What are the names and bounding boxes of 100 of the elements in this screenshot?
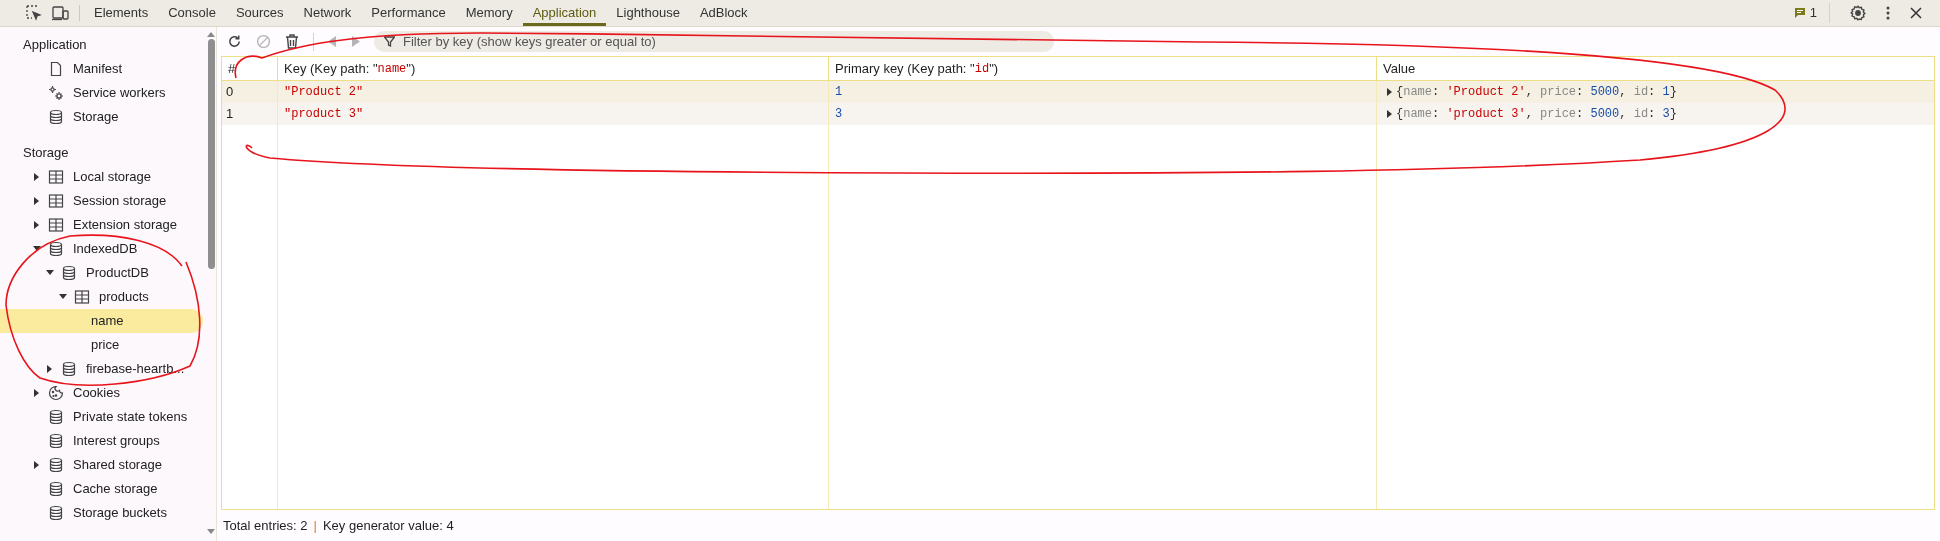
- scroll-down-icon[interactable]: [207, 529, 215, 535]
- table-cell-text: "product 3": [284, 106, 364, 123]
- sidebar-item[interactable]: products: [0, 285, 203, 309]
- close-icon[interactable]: [1910, 7, 1922, 19]
- sidebar-item[interactable]: Storage: [0, 105, 203, 129]
- disclosure-triangle-icon[interactable]: [46, 365, 53, 373]
- sidebar-item[interactable]: Manifest: [0, 57, 203, 81]
- column-header[interactable]: #: [222, 57, 278, 80]
- sidebar-item-label: Shared storage: [73, 456, 162, 475]
- sidebar-item[interactable]: Shared storage: [0, 453, 203, 477]
- sidebar-item[interactable]: name: [0, 309, 203, 333]
- settings-icon[interactable]: [1850, 5, 1866, 21]
- sidebar-item[interactable]: Storage buckets: [0, 501, 203, 525]
- sidebar-item-label: price: [91, 336, 120, 355]
- table-icon: [48, 217, 64, 233]
- object-preview: {name: 'Product 2', price: 5000, id: 1}: [1396, 84, 1677, 101]
- issues-count: 1: [1809, 4, 1817, 23]
- disclosure-triangle-icon[interactable]: [33, 221, 40, 229]
- sidebar-item-label: Extension storage: [73, 216, 178, 235]
- issues-counter[interactable]: 1: [1793, 3, 1830, 23]
- sidebar-item-label: Session storage: [73, 192, 167, 211]
- devtools-tab[interactable]: Console: [158, 0, 226, 26]
- devtools-tab[interactable]: Sources: [225, 0, 294, 26]
- sidebar-item[interactable]: Cookies: [0, 381, 203, 405]
- sidebar-item-label: Cookies: [73, 384, 120, 403]
- devtools-tab[interactable]: Elements: [84, 0, 159, 26]
- filter-field[interactable]: Filter by key (show keys greater or equal to): [374, 31, 1054, 52]
- sidebar-item[interactable]: Cache storage: [0, 477, 203, 501]
- sidebar-item-label: Cache storage: [73, 480, 158, 499]
- sidebar-item-label: Storage buckets: [73, 504, 167, 523]
- expand-triangle-icon[interactable]: [1387, 110, 1392, 118]
- sidebar-item-label: ProductDB: [86, 264, 149, 283]
- gears-icon: [48, 85, 64, 101]
- sidebar-item-label: IndexedDB: [73, 240, 138, 259]
- sidebar-item-label: name: [91, 312, 124, 331]
- table-icon: [48, 193, 64, 209]
- sidebar-item[interactable]: Private state tokens: [0, 405, 203, 429]
- total-entries-text: Total entries: 2: [223, 516, 308, 535]
- scrollbar-thumb[interactable]: [207, 39, 215, 269]
- expand-triangle-icon[interactable]: [1387, 88, 1392, 96]
- sidebar-item-label: Service workers: [73, 84, 166, 103]
- disclosure-triangle-icon[interactable]: [33, 389, 40, 397]
- sidebar-item[interactable]: IndexedDB: [0, 237, 203, 261]
- sidebar-item[interactable]: Session storage: [0, 189, 203, 213]
- sidebar-item[interactable]: Interest groups: [0, 429, 203, 453]
- sidebar-item[interactable]: Local storage: [0, 165, 203, 189]
- sidebar-item[interactable]: firebase-heartb...: [0, 357, 203, 381]
- database-icon: [48, 241, 64, 257]
- sidebar-item-label: firebase-heartb...: [86, 360, 185, 379]
- previous-page-icon[interactable]: [328, 36, 337, 47]
- delete-icon[interactable]: [285, 34, 299, 49]
- database-icon: [48, 481, 64, 497]
- file-icon: [48, 61, 64, 77]
- sidebar-item[interactable]: ProductDB: [0, 261, 203, 285]
- refresh-icon[interactable]: [227, 34, 242, 49]
- column-header[interactable]: Value: [1377, 57, 1934, 80]
- devtools-tab[interactable]: Performance: [361, 0, 456, 26]
- status-separator: |: [313, 516, 317, 535]
- next-page-icon[interactable]: [351, 36, 360, 47]
- table-icon: [48, 169, 64, 185]
- scroll-up-icon[interactable]: [207, 31, 215, 37]
- disclosure-triangle-icon[interactable]: [33, 461, 40, 469]
- column-header[interactable]: Primary key (Key path: "id"): [829, 57, 1377, 80]
- table-cell-text: "Product 2": [284, 84, 364, 101]
- disclosure-triangle-icon[interactable]: [45, 270, 54, 276]
- inspect-element-icon[interactable]: [26, 5, 42, 21]
- table-cell-text: 1: [226, 105, 234, 124]
- key-generator-text: Key generator value: 4: [322, 516, 454, 535]
- cookie-icon: [48, 385, 64, 401]
- column-header[interactable]: Key (Key path: "name"): [278, 57, 829, 80]
- database-icon: [48, 433, 64, 449]
- table-cell-text: 3: [835, 106, 843, 123]
- devtools-tab[interactable]: AdBlock: [689, 0, 758, 26]
- sidebar-item[interactable]: Service workers: [0, 81, 203, 105]
- table-cell-text: 0: [226, 83, 234, 102]
- device-toolbar-icon[interactable]: [52, 5, 69, 21]
- database-icon: [61, 361, 77, 377]
- sidebar-item-label: Manifest: [73, 60, 123, 79]
- devtools-tab[interactable]: Memory: [455, 0, 523, 26]
- devtools-tab[interactable]: Application: [522, 0, 607, 26]
- sidebar-item[interactable]: price: [0, 333, 203, 357]
- sidebar-item-label: Private state tokens: [73, 408, 188, 427]
- devtools-tab[interactable]: Lighthouse: [606, 0, 690, 26]
- database-icon: [48, 409, 64, 425]
- database-icon: [48, 109, 64, 125]
- disclosure-triangle-icon[interactable]: [33, 197, 40, 205]
- sidebar-section-title: Application: [22, 36, 88, 55]
- sidebar-item-label: Interest groups: [73, 432, 160, 451]
- sidebar-item-label: products: [99, 288, 149, 307]
- database-icon: [61, 265, 77, 281]
- disclosure-triangle-icon[interactable]: [58, 294, 67, 300]
- sidebar-item[interactable]: Extension storage: [0, 213, 203, 237]
- disclosure-triangle-icon[interactable]: [33, 173, 40, 181]
- more-options-icon[interactable]: [1886, 6, 1890, 20]
- filter-icon: [384, 36, 395, 47]
- table-icon: [74, 289, 90, 305]
- disclosure-triangle-icon[interactable]: [32, 246, 41, 252]
- object-preview: {name: 'product 3', price: 5000, id: 3}: [1396, 106, 1677, 123]
- sidebar-item-label: Local storage: [73, 168, 152, 187]
- devtools-tab[interactable]: Network: [293, 0, 362, 26]
